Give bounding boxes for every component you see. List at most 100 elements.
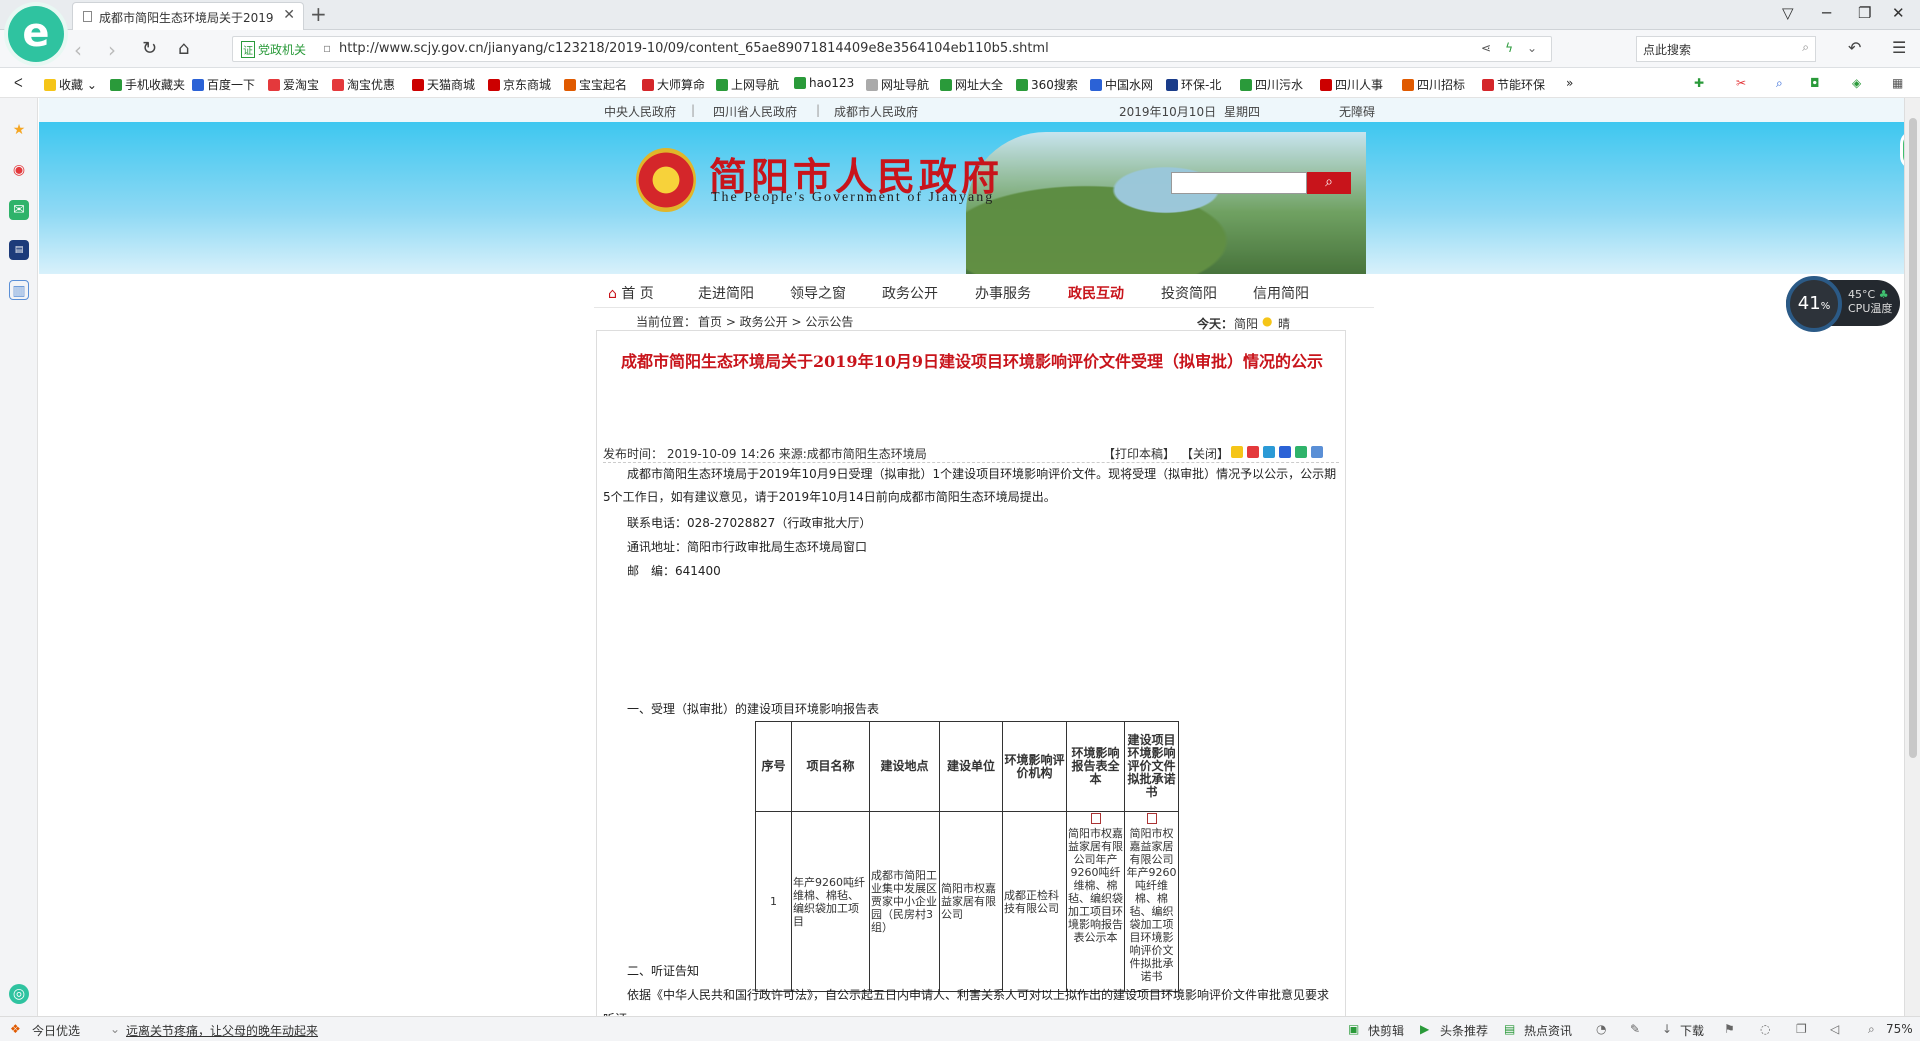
- link-central-gov[interactable]: 中央人民政府: [604, 103, 676, 120]
- nav-item[interactable]: 投资简阳: [1161, 283, 1217, 303]
- fav-item[interactable]: 爱淘宝: [268, 76, 319, 93]
- share-more-icon[interactable]: [1311, 446, 1323, 458]
- more-favorites-button[interactable]: »: [1566, 76, 1573, 90]
- forward-icon[interactable]: ›: [108, 38, 116, 62]
- status-item[interactable]: 快剪辑: [1368, 1022, 1404, 1039]
- skin-icon[interactable]: ▽: [1782, 4, 1794, 22]
- fav-item[interactable]: 四川污水: [1240, 76, 1303, 93]
- pdf-icon[interactable]: [1146, 813, 1157, 824]
- page-info-icon[interactable]: ▫: [323, 41, 331, 55]
- weibo-icon[interactable]: ◉: [9, 160, 29, 180]
- minimize-icon[interactable]: ─: [1822, 4, 1831, 22]
- close-link[interactable]: 【关闭】: [1181, 445, 1229, 462]
- scrollbar-thumb[interactable]: [1909, 118, 1917, 758]
- search-icon[interactable]: ⌕: [1802, 40, 1809, 55]
- tools-icon[interactable]: ✎: [1630, 1022, 1640, 1036]
- apps-grid-icon[interactable]: ▦: [1892, 76, 1903, 90]
- share-qzone-icon[interactable]: [1231, 446, 1243, 458]
- news-ticker-link[interactable]: 远离关节疼痛，让父母的晚年动起来: [126, 1022, 318, 1039]
- fav-item[interactable]: 天猫商城: [412, 76, 475, 93]
- new-tab-button[interactable]: +: [310, 2, 327, 26]
- assistant-icon[interactable]: ◎: [9, 984, 29, 1004]
- scissors-icon[interactable]: ✂: [1736, 76, 1746, 90]
- sound-icon[interactable]: ◁: [1830, 1022, 1839, 1036]
- national-emblem-icon: [636, 148, 696, 212]
- news-icon[interactable]: ▤: [9, 240, 29, 260]
- play-icon: ▶: [1420, 1022, 1430, 1036]
- fav-item[interactable]: 四川人事: [1320, 76, 1383, 93]
- site-search-button[interactable]: ⌕: [1307, 172, 1351, 194]
- restore-icon[interactable]: ❐: [1858, 4, 1871, 22]
- cpu-monitor-widget[interactable]: 41% 45°C ♣ CPU温度: [1786, 276, 1900, 332]
- site-verification-badge[interactable]: 证党政机关: [241, 41, 306, 58]
- site-search-input[interactable]: [1171, 172, 1307, 194]
- search-input[interactable]: 点此搜索 ⌕: [1636, 36, 1816, 62]
- fav-item[interactable]: 节能环保: [1482, 76, 1545, 93]
- link-chengdu-gov[interactable]: 成都市人民政府: [834, 103, 918, 120]
- close-tab-icon[interactable]: ✕: [283, 7, 295, 23]
- url-field[interactable]: 证党政机关 ▫ http://www.scjy.gov.cn/jianyang/…: [232, 36, 1552, 62]
- today-pick-label[interactable]: 今日优选: [32, 1022, 80, 1039]
- nav-home[interactable]: ⌂ 首 页: [608, 283, 654, 303]
- sidebar-toggle-icon[interactable]: ᐸ: [14, 76, 23, 90]
- status-item[interactable]: 热点资讯: [1524, 1022, 1572, 1039]
- nav-item[interactable]: 政务公开: [882, 283, 938, 303]
- chevron-icon: ⌄: [110, 1022, 121, 1036]
- browser-tab[interactable]: 成都市简阳生态环境局关于2019 ✕: [72, 2, 304, 30]
- lightning-icon[interactable]: ϟ: [1505, 41, 1513, 55]
- fav-item[interactable]: 收藏 ⌄: [44, 76, 97, 93]
- fav-item[interactable]: 上网导航: [716, 76, 779, 93]
- share-tweibo-icon[interactable]: [1263, 446, 1275, 458]
- share-icon[interactable]: ⋖: [1481, 41, 1491, 55]
- fav-item[interactable]: hao123: [794, 76, 854, 90]
- breadcrumb-path[interactable]: 首页 > 政务公开 > 公示公告: [698, 313, 853, 330]
- fav-item[interactable]: 京东商城: [488, 76, 551, 93]
- link-sichuan-gov[interactable]: 四川省人民政府: [713, 103, 797, 120]
- fav-item[interactable]: 360搜索: [1016, 76, 1078, 93]
- fav-item[interactable]: 中国水网: [1090, 76, 1153, 93]
- fav-item[interactable]: 网址大全: [940, 76, 1003, 93]
- shield-icon[interactable]: ◈: [1852, 76, 1861, 90]
- menu-icon[interactable]: ☰: [1892, 38, 1906, 57]
- fav-item[interactable]: 大师算命: [642, 76, 705, 93]
- fav-item[interactable]: 百度一下: [192, 76, 255, 93]
- notes-icon[interactable]: ▥: [9, 280, 29, 300]
- share-weibo-icon[interactable]: [1247, 446, 1259, 458]
- cleanup-icon[interactable]: ◌: [1760, 1022, 1770, 1036]
- fav-item[interactable]: 淘宝优惠: [332, 76, 395, 93]
- star-icon[interactable]: ★: [9, 120, 29, 140]
- nav-item-active[interactable]: 政民互动: [1068, 283, 1124, 303]
- accessibility-link[interactable]: 无障碍: [1339, 103, 1375, 120]
- nav-item[interactable]: 走进简阳: [698, 283, 754, 303]
- status-item[interactable]: 下载: [1680, 1022, 1704, 1039]
- fav-item[interactable]: 环保-北: [1166, 76, 1221, 93]
- chevron-down-icon[interactable]: ⌄: [1527, 41, 1537, 55]
- home-icon[interactable]: ⌂: [178, 38, 189, 59]
- scrollbar[interactable]: [1904, 98, 1920, 1016]
- speed-icon[interactable]: ◔: [1596, 1022, 1606, 1036]
- extension-icon[interactable]: ✚: [1694, 76, 1704, 90]
- nav-item[interactable]: 信用简阳: [1253, 283, 1309, 303]
- window-icon[interactable]: ❐: [1796, 1022, 1807, 1036]
- nav-item[interactable]: 领导之窗: [790, 283, 846, 303]
- fav-item[interactable]: 宝宝起名: [564, 76, 627, 93]
- zoom-level[interactable]: 75%: [1886, 1022, 1913, 1036]
- undo-icon[interactable]: ↶: [1848, 38, 1861, 57]
- fav-item[interactable]: 四川招标: [1402, 76, 1465, 93]
- print-link[interactable]: 【打印本稿】: [1103, 445, 1175, 462]
- share-wechat-icon[interactable]: [1295, 446, 1307, 458]
- magnifier-icon[interactable]: ⌕: [1776, 76, 1783, 91]
- game-icon[interactable]: ◘: [1810, 76, 1820, 90]
- mail-icon[interactable]: ✉: [9, 200, 29, 220]
- flag-icon[interactable]: ⚑: [1724, 1022, 1735, 1036]
- close-window-icon[interactable]: ✕: [1892, 4, 1905, 22]
- refresh-icon[interactable]: ↻: [142, 38, 157, 59]
- fav-item[interactable]: 手机收藏夹: [110, 76, 185, 93]
- nav-item[interactable]: 办事服务: [975, 283, 1031, 303]
- back-icon[interactable]: ‹: [74, 38, 82, 62]
- fav-item[interactable]: 网址导航: [866, 76, 929, 93]
- report-link[interactable]: 简阳市权嘉益家居有限公司年产9260吨纤维棉、棉毡、编织袋加工项目环境影响报告表…: [1068, 827, 1123, 944]
- status-item[interactable]: 头条推荐: [1440, 1022, 1488, 1039]
- share-renren-icon[interactable]: [1279, 446, 1291, 458]
- pdf-icon[interactable]: [1090, 813, 1101, 824]
